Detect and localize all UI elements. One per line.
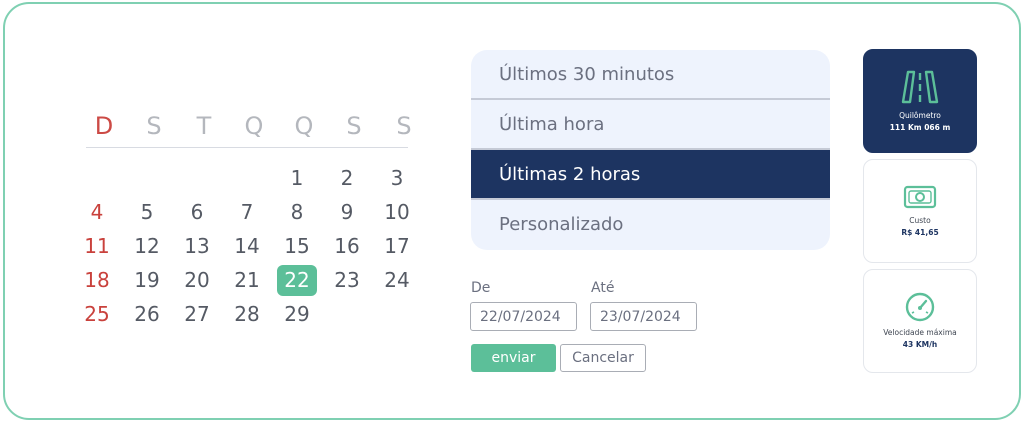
calendar-day-selected[interactable]: 22 [272, 263, 322, 297]
calendar-day[interactable]: 18 [72, 263, 122, 297]
calendar-empty-cell [372, 297, 422, 331]
cost-title: Custo [909, 216, 931, 225]
calendar-day[interactable]: 21 [222, 263, 272, 297]
banknote-icon [903, 185, 937, 209]
from-date-input[interactable] [470, 302, 577, 331]
calendar-day[interactable]: 8 [272, 195, 322, 229]
period-option[interactable]: Últimos 30 minutos [471, 50, 830, 100]
calendar-weekday-header: DSTQQSS [86, 108, 412, 148]
calendar-day[interactable]: 5 [122, 195, 172, 229]
speed-card: Velocidade máxima 43 KM/h [863, 269, 977, 373]
calendar-day[interactable]: 16 [322, 229, 372, 263]
cost-value: R$ 41,65 [901, 228, 939, 237]
calendar-empty-cell [72, 161, 122, 195]
calendar: DSTQQSS 1 2 3 4 5 6 7 8 9 10 11 12 13 14 15 16 17 18 19 20 2… [72, 108, 422, 331]
calendar-day[interactable]: 29 [272, 297, 322, 331]
cancel-button[interactable]: Cancelar [560, 344, 646, 372]
to-date-input[interactable] [590, 302, 697, 331]
calendar-day[interactable]: 13 [172, 229, 222, 263]
calendar-empty-cell [122, 161, 172, 195]
calendar-day[interactable]: 11 [72, 229, 122, 263]
period-option[interactable]: Personalizado [471, 200, 830, 250]
speed-title: Velocidade máxima [883, 328, 957, 337]
calendar-day[interactable]: 24 [372, 263, 422, 297]
calendar-day[interactable]: 23 [322, 263, 372, 297]
calendar-empty-cell [322, 297, 372, 331]
calendar-days-grid: 1 2 3 4 5 6 7 8 9 10 11 12 13 14 15 16 17 18 19 20 21 22 23 24 2… [72, 161, 422, 331]
calendar-empty-cell [222, 161, 272, 195]
distance-value: 111 Km 066 m [889, 123, 951, 132]
calendar-day[interactable]: 28 [222, 297, 272, 331]
calendar-day[interactable]: 27 [172, 297, 222, 331]
calendar-day[interactable]: 1 [272, 161, 322, 195]
calendar-day[interactable]: 15 [272, 229, 322, 263]
calendar-day[interactable]: 10 [372, 195, 422, 229]
calendar-day[interactable]: 26 [122, 297, 172, 331]
road-icon [901, 70, 939, 104]
period-option-selected[interactable]: Últimas 2 horas [471, 150, 830, 200]
calendar-empty-cell [172, 161, 222, 195]
selected-day-label: 22 [277, 264, 317, 296]
speedometer-icon [905, 292, 935, 322]
period-options-list: Últimos 30 minutos Última hora Últimas 2 h… [471, 50, 830, 250]
cost-card: Custo R$ 41,65 [863, 159, 977, 263]
calendar-day[interactable]: 7 [222, 195, 272, 229]
distance-card: Quilômetro 111 Km 066 m [863, 49, 977, 153]
calendar-day[interactable]: 9 [322, 195, 372, 229]
weekday-label: S [396, 112, 412, 140]
speed-value: 43 KM/h [902, 340, 938, 349]
calendar-day[interactable]: 17 [372, 229, 422, 263]
calendar-day[interactable]: 12 [122, 229, 172, 263]
calendar-day[interactable]: 2 [322, 161, 372, 195]
distance-title: Quilômetro [899, 111, 941, 120]
calendar-day[interactable]: 20 [172, 263, 222, 297]
calendar-day[interactable]: 4 [72, 195, 122, 229]
period-option[interactable]: Última hora [471, 100, 830, 150]
to-date-label: Até [591, 280, 615, 296]
calendar-day[interactable]: 6 [172, 195, 222, 229]
calendar-day[interactable]: 19 [122, 263, 172, 297]
calendar-day[interactable]: 3 [372, 161, 422, 195]
calendar-day[interactable]: 25 [72, 297, 122, 331]
calendar-day[interactable]: 14 [222, 229, 272, 263]
send-button[interactable]: enviar [471, 344, 556, 372]
from-date-label: De [471, 280, 491, 296]
